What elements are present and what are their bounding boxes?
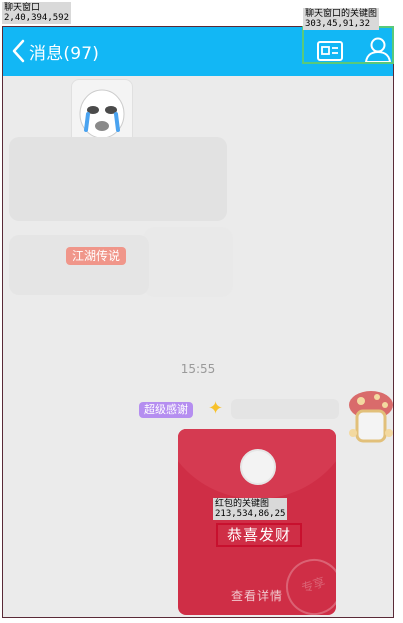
member-title-badge: 江湖传说 [66,247,127,265]
red-packet-greeting[interactable]: 恭喜发财 [216,523,302,547]
meme-face-icon [79,89,125,139]
contact-card-button[interactable] [315,36,345,66]
chevron-left-icon [12,39,25,63]
user-profile-icon [365,37,391,63]
view-details-link[interactable]: 查看详情 [178,587,336,604]
annotation-label-chat-window: 聊天窗口 2,40,394,592 [2,2,72,24]
screenshot-page: 消息(97) 江湖传说 15:55 超级感谢 ✦ 恭喜发财 专享 查看详情 聊天… [0,0,403,623]
exclusive-stamp: 专享 [278,551,336,615]
blurred-message-bubble [9,235,149,295]
chat-window: 消息(97) 江湖传说 15:55 超级感谢 ✦ 恭喜发财 专享 查看详情 [2,26,394,618]
annotation-label-red-packet-key-image: 红包的关键图 213,534,86,25 [213,498,288,520]
profile-button[interactable] [361,33,393,67]
sender-title-badge: 超级感谢 [139,402,193,418]
red-packet-coin-icon [240,449,276,485]
red-packet-message[interactable]: 恭喜发财 专享 查看详情 [178,429,336,615]
annotation-coords: 2,40,394,592 [4,13,70,23]
annotation-title: 红包的关键图 [215,499,270,509]
top-navigation-bar: 消息(97) [3,27,393,76]
sticker-image[interactable] [71,79,133,145]
back-label: 消息(97) [29,43,100,64]
blurred-sender-name [231,399,339,419]
mushroom-avatar-icon [349,391,393,443]
sender-avatar[interactable] [343,389,393,445]
annotation-coords: 213,534,86,25 [215,509,286,519]
annotation-title: 聊天窗口的关键图 [305,9,378,19]
blurred-message-bubble [9,137,227,221]
blurred-content [143,227,233,297]
sparkle-icon: ✦ [208,398,224,419]
id-card-icon [317,41,343,61]
annotation-label-chat-key-image: 聊天窗口的关键图 303,45,91,32 [303,8,380,30]
back-button[interactable]: 消息(97) [11,35,99,67]
message-timestamp: 15:55 [180,362,216,376]
annotation-title: 聊天窗口 [4,3,41,13]
annotation-coords: 303,45,91,32 [305,19,371,29]
